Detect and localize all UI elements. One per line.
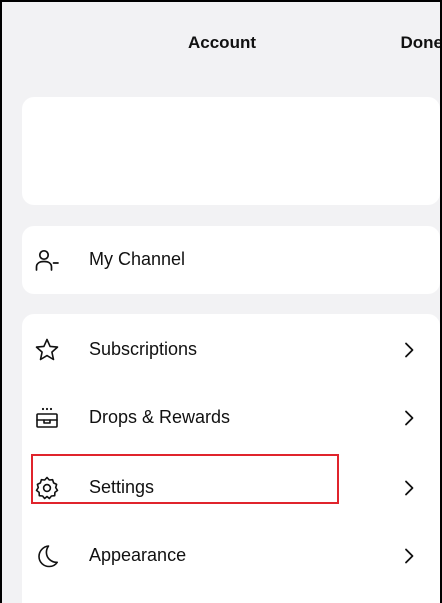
menu-card: Subscriptions Drops & Rewards Settings A… [22,314,440,603]
appearance-label: Appearance [89,545,187,565]
chevron-right-icon [402,479,416,497]
chevron-right-icon [402,547,416,565]
subscriptions-label: Subscriptions [89,339,198,359]
menu-item-appearance[interactable]: Appearance [22,522,440,590]
chevron-right-icon [402,341,416,359]
menu-item-subscriptions[interactable]: Subscriptions [22,316,440,384]
chevron-right-icon [402,409,416,427]
star-icon [34,337,60,363]
gift-box-icon [34,405,60,431]
settings-label: Settings [89,477,155,497]
gear-icon [34,475,60,501]
account-screen: Account Done My Channel Subscriptions Dr… [0,0,442,603]
my-channel-row[interactable]: My Channel [22,226,440,294]
menu-item-settings[interactable]: Settings [22,454,440,522]
page-title: Account [188,33,256,52]
header: Account Done [2,2,440,82]
done-button[interactable]: Done [401,33,441,53]
channel-card: My Channel [22,226,440,294]
profile-card[interactable] [22,97,440,205]
person-dash-icon [34,247,60,273]
drops-rewards-label: Drops & Rewards [89,407,231,427]
my-channel-label: My Channel [89,249,186,269]
menu-item-drops-rewards[interactable]: Drops & Rewards [22,384,440,452]
moon-icon [34,543,60,569]
